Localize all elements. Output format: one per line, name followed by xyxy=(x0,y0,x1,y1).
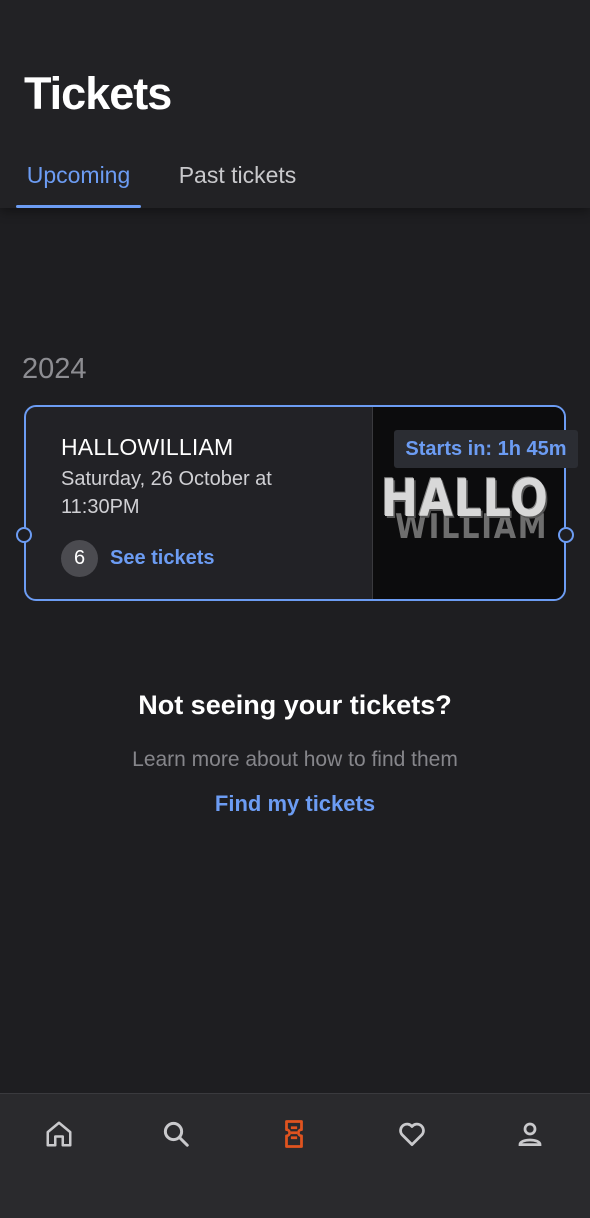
event-name: HALLOWILLIAM xyxy=(61,434,234,460)
tab-bar: Upcoming Past tickets xyxy=(0,150,590,208)
nav-tickets[interactable] xyxy=(272,1112,316,1156)
tab-upcoming[interactable]: Upcoming xyxy=(16,162,141,208)
nav-search[interactable] xyxy=(154,1112,198,1156)
page-title: Tickets xyxy=(24,68,172,119)
ticket-notch-left xyxy=(16,527,32,543)
home-icon xyxy=(46,1121,72,1147)
nav-home[interactable] xyxy=(37,1112,81,1156)
find-my-tickets-link[interactable]: Find my tickets xyxy=(0,791,590,817)
tickets-screen: Tickets Upcoming Past tickets 2024 HALLO… xyxy=(0,0,590,1218)
help-title: Not seeing your tickets? xyxy=(138,690,452,720)
nav-likes[interactable] xyxy=(390,1112,434,1156)
year-heading: 2024 xyxy=(22,353,87,385)
countdown-badge: Starts in: 1h 45m xyxy=(394,430,578,468)
help-subtitle: Learn more about how to find them xyxy=(132,748,458,771)
see-tickets-link[interactable]: See tickets xyxy=(110,547,215,570)
nav-profile[interactable] xyxy=(508,1112,552,1156)
tab-past-tickets[interactable]: Past tickets xyxy=(170,162,305,208)
ticket-count-badge: 6 xyxy=(61,540,98,577)
header: Tickets Upcoming Past tickets xyxy=(0,0,590,208)
profile-icon xyxy=(518,1122,542,1146)
ticket-icon xyxy=(285,1120,303,1148)
event-date: Saturday, 26 October at 11:30PM xyxy=(61,468,272,518)
heart-icon xyxy=(399,1122,425,1146)
event-image-title: HALLO xyxy=(381,469,549,529)
bottom-nav xyxy=(0,1093,590,1218)
ticket-notch-right xyxy=(558,527,574,543)
search-icon xyxy=(163,1121,189,1147)
